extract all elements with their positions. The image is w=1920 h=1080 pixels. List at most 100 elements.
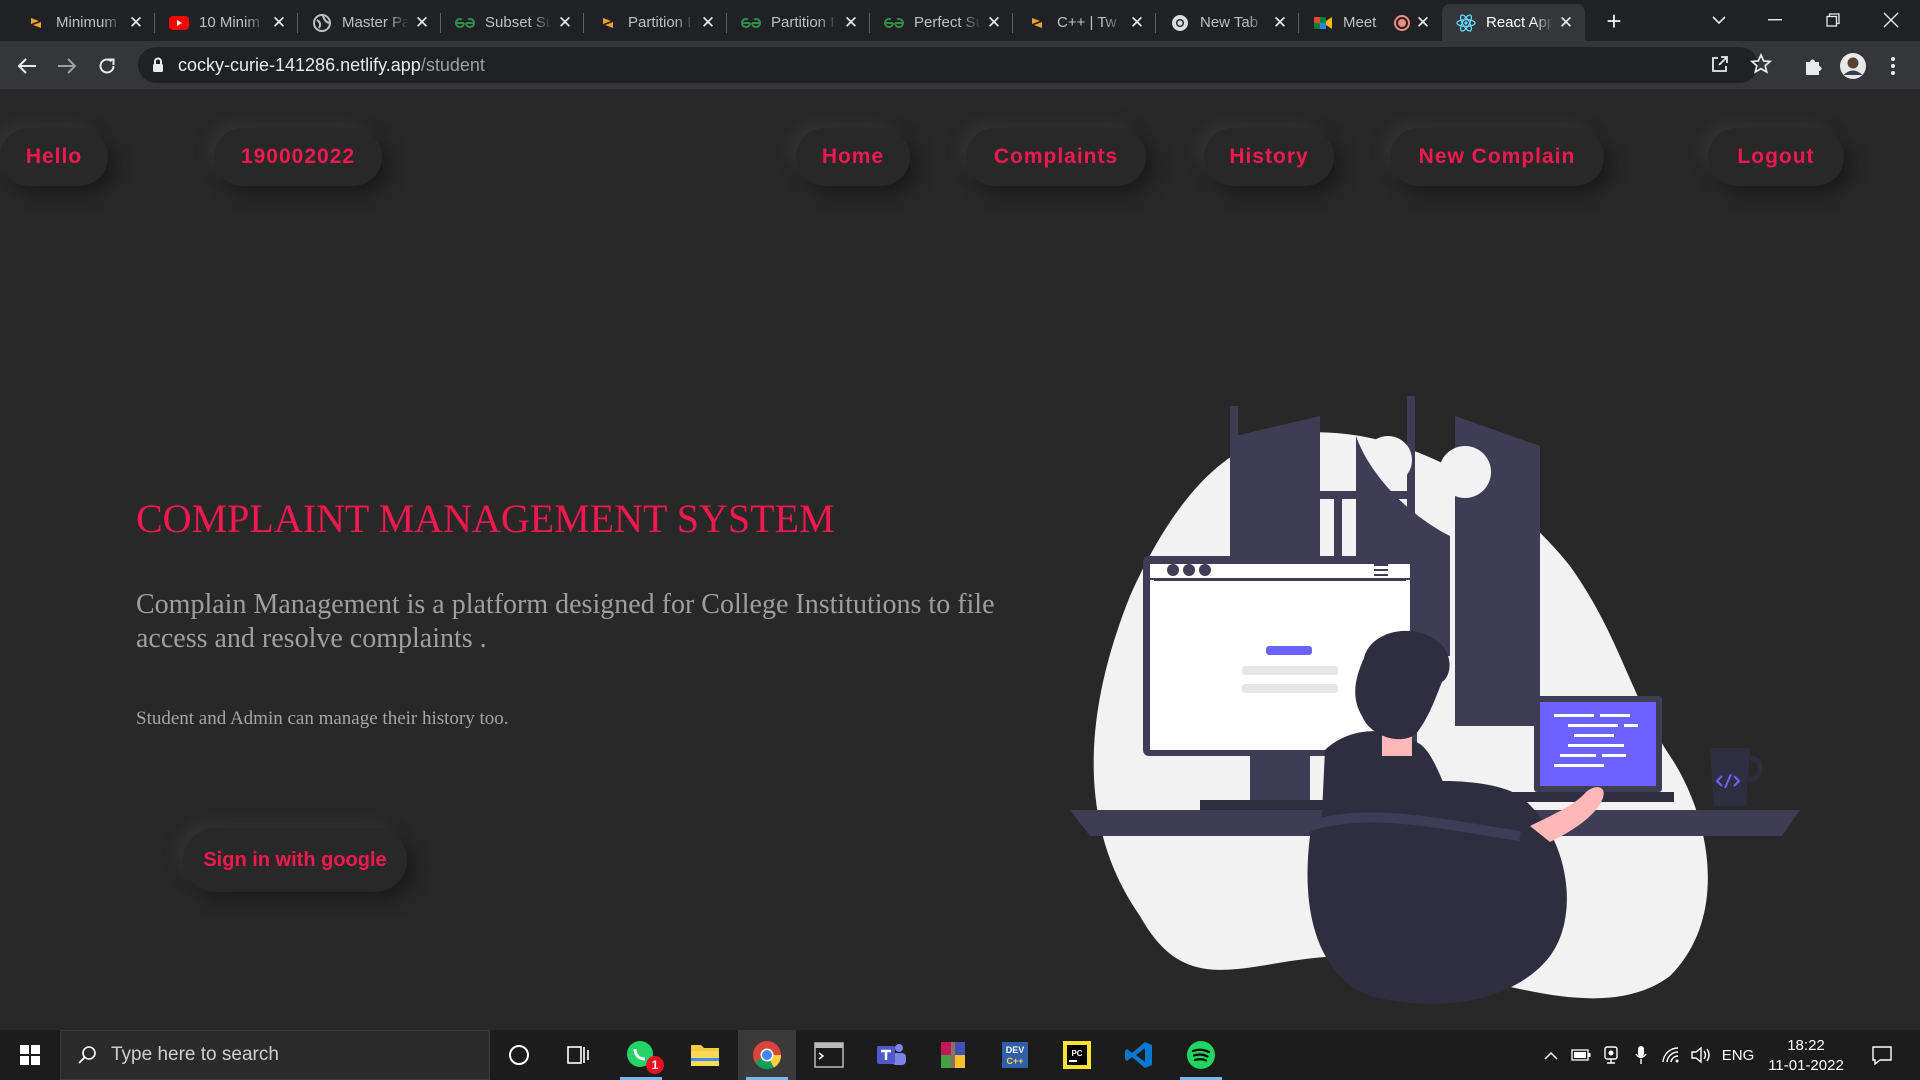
browser-tab[interactable]: New Tab ✕: [1156, 4, 1299, 41]
browser-tab[interactable]: Partition I ✕: [727, 4, 870, 41]
close-tab-icon[interactable]: ✕: [413, 13, 431, 32]
taskbar-devcpp[interactable]: DEV C++: [986, 1030, 1044, 1080]
nav-history-link[interactable]: History: [1204, 128, 1334, 186]
webcam-tray[interactable]: [1598, 1030, 1624, 1080]
browser-toolbar: cocky-curie-141286.netlify.app/student: [0, 41, 1920, 89]
webcam-icon: [1604, 1046, 1618, 1064]
devcpp-icon: DEVC++: [1002, 1042, 1028, 1068]
browser-tab[interactable]: 10 Minim ✕: [155, 4, 298, 41]
youtube-icon: [169, 13, 189, 33]
tab-title: Subset Su: [485, 14, 552, 31]
wifi-tray[interactable]: [1658, 1030, 1684, 1080]
close-tab-icon[interactable]: ✕: [842, 13, 860, 32]
taskbar-terminal[interactable]: [800, 1030, 858, 1080]
close-tab-icon[interactable]: ✕: [1128, 13, 1146, 32]
taskbar-winrar[interactable]: [924, 1030, 982, 1080]
cortana-button[interactable]: [490, 1030, 548, 1080]
tab-title: Master Pa: [342, 14, 409, 31]
nav-complaints-link[interactable]: Complaints: [966, 128, 1146, 186]
browser-tab[interactable]: Subset Su ✕: [441, 4, 584, 41]
close-tab-icon[interactable]: ✕: [270, 13, 288, 32]
browser-tab[interactable]: Perfect Su ✕: [870, 4, 1013, 41]
avatar-icon: [1840, 53, 1866, 79]
close-tab-icon[interactable]: ✕: [699, 13, 717, 32]
lock-icon[interactable]: [152, 57, 164, 78]
codingninjas-icon: [1027, 13, 1047, 33]
url-path: /student: [420, 55, 485, 75]
tab-title: New Tab: [1200, 14, 1259, 31]
taskbar-vscode[interactable]: [1110, 1030, 1168, 1080]
arrow-left-icon: [17, 58, 36, 74]
taskbar-chrome[interactable]: [738, 1030, 796, 1080]
minimize-icon: [1768, 19, 1782, 21]
svg-text:PC: PC: [1071, 1049, 1082, 1058]
forward-button[interactable]: [50, 49, 84, 83]
cortana-icon: [509, 1045, 529, 1065]
share-icon[interactable]: [1710, 54, 1730, 79]
taskbar-spotify[interactable]: [1172, 1030, 1230, 1080]
tab-search-button[interactable]: [1690, 0, 1748, 40]
browser-tab[interactable]: Minimum ✕: [12, 4, 155, 41]
volume-tray[interactable]: [1688, 1030, 1714, 1080]
close-tab-icon[interactable]: ✕: [556, 13, 574, 32]
show-hidden-icons[interactable]: [1538, 1030, 1564, 1080]
tab-title: 10 Minim: [199, 14, 260, 31]
back-button[interactable]: [10, 49, 44, 83]
close-tab-icon[interactable]: ✕: [1557, 13, 1575, 32]
hero-title: COMPLAINT MANAGEMENT SYSTEM: [136, 496, 835, 541]
sign-in-google-button[interactable]: Sign in with google: [183, 828, 407, 892]
taskbar-pycharm[interactable]: PC: [1048, 1030, 1106, 1080]
geeksforgeeks-icon: [455, 13, 475, 33]
microphone-tray[interactable]: [1628, 1030, 1654, 1080]
tab-title: Meet: [1343, 14, 1377, 31]
address-bar[interactable]: cocky-curie-141286.netlify.app/student: [138, 47, 1773, 83]
close-tab-icon[interactable]: ✕: [1271, 13, 1289, 32]
browser-tab-strip: Minimum ✕ 10 Minim ✕ Master Pa ✕ Subset …: [0, 0, 1920, 41]
start-button[interactable]: [0, 1030, 60, 1080]
task-view-button[interactable]: [550, 1030, 608, 1080]
extensions-button[interactable]: [1796, 49, 1830, 83]
new-tab-button[interactable]: +: [1600, 8, 1628, 36]
taskbar-whatsapp[interactable]: 1: [612, 1030, 670, 1080]
taskbar-search-box[interactable]: Type here to search: [60, 1030, 490, 1080]
windows-logo-icon: [20, 1045, 40, 1065]
restore-button[interactable]: [1804, 0, 1862, 40]
spotify-icon: [1187, 1041, 1215, 1069]
nav-new-complain-link[interactable]: New Complain: [1390, 128, 1604, 186]
battery-tray[interactable]: [1568, 1030, 1594, 1080]
close-tab-icon[interactable]: ✕: [985, 13, 1003, 32]
browser-tab-active[interactable]: React App ✕: [1442, 4, 1585, 41]
close-tab-icon[interactable]: ✕: [127, 13, 145, 32]
browser-tab[interactable]: Master Pa ✕: [298, 4, 441, 41]
programmer-illustration: [1070, 396, 1800, 1004]
taskbar-clock[interactable]: 18:22 11-01-2022: [1756, 1036, 1856, 1076]
taskbar-teams[interactable]: [862, 1030, 920, 1080]
browser-tab[interactable]: C++ | Tw ✕: [1013, 4, 1156, 41]
minimize-button[interactable]: [1746, 0, 1804, 40]
nav-hello[interactable]: Hello: [0, 128, 108, 186]
search-icon: [77, 1045, 97, 1065]
globe-icon: [312, 13, 332, 33]
reload-icon: [99, 58, 115, 74]
svg-text:C++: C++: [1006, 1056, 1023, 1066]
close-window-button[interactable]: [1862, 0, 1920, 40]
reload-button[interactable]: [90, 49, 124, 83]
chrome-menu-button[interactable]: [1876, 49, 1910, 83]
nav-home-link[interactable]: Home: [796, 128, 910, 186]
nav-user-id[interactable]: 190002022: [214, 128, 382, 186]
teams-icon: [877, 1044, 906, 1065]
bookmark-star-icon[interactable]: [1749, 52, 1773, 80]
nav-logout-button[interactable]: Logout: [1708, 128, 1844, 186]
tab-title: Minimum: [56, 14, 117, 31]
taskbar-file-explorer[interactable]: [676, 1030, 734, 1080]
browser-tab[interactable]: Partition I ✕: [584, 4, 727, 41]
close-tab-icon[interactable]: ✕: [1414, 13, 1432, 32]
svg-text:DEV: DEV: [1006, 1045, 1025, 1055]
browser-tab[interactable]: Meet ✕: [1299, 4, 1442, 41]
profile-avatar[interactable]: [1836, 49, 1870, 83]
language-indicator[interactable]: ENG: [1718, 1030, 1758, 1080]
chrome-icon: [753, 1041, 782, 1070]
url-text[interactable]: cocky-curie-141286.netlify.app/student: [178, 55, 485, 76]
web-page: Hello 190002022 Home Complaints History …: [0, 90, 1920, 1030]
notification-center-button[interactable]: [1862, 1030, 1902, 1080]
